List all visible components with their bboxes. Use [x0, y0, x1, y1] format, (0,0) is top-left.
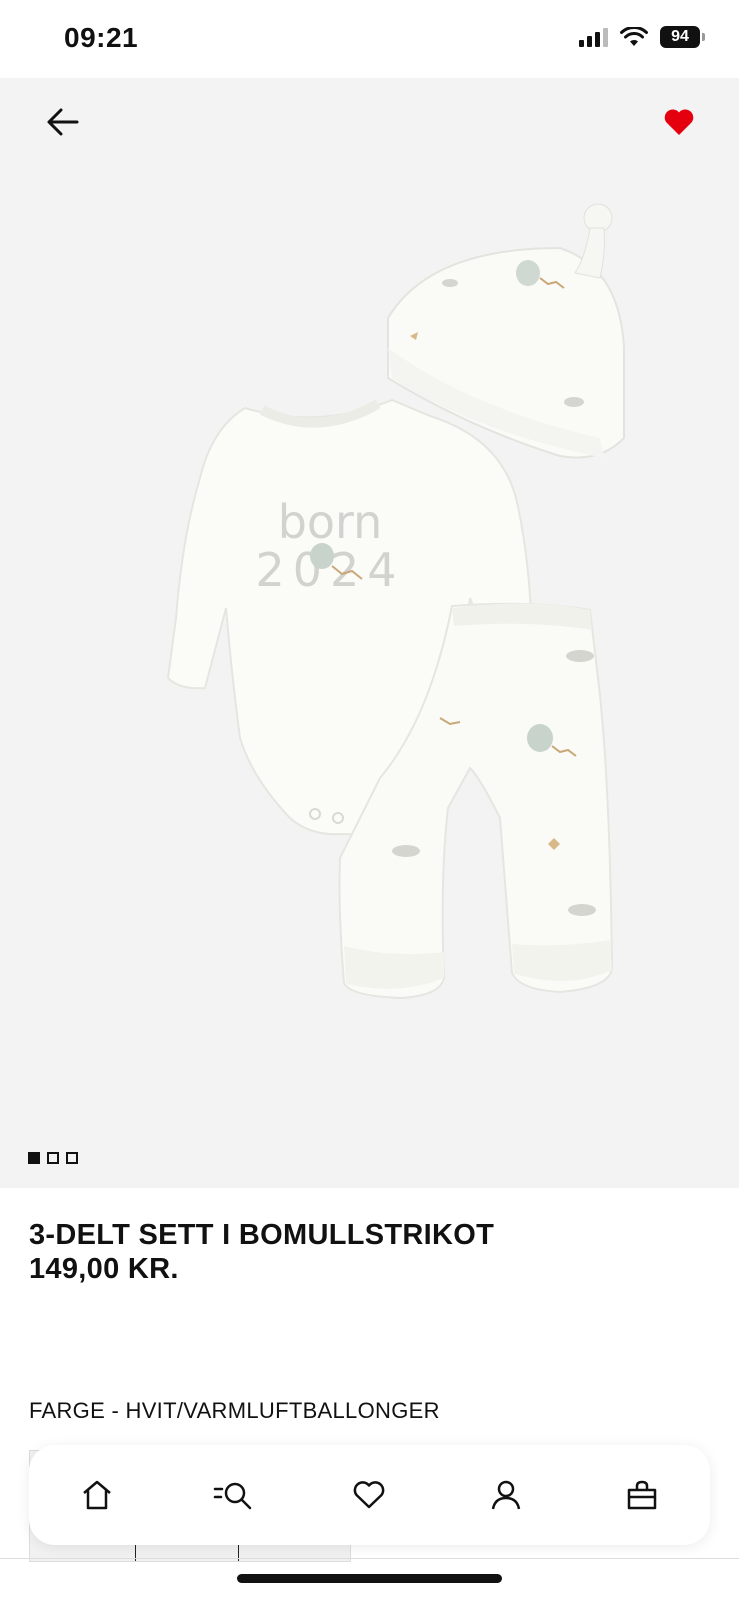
wifi-icon	[620, 27, 648, 46]
home-icon	[83, 1480, 111, 1510]
pager-dot[interactable]	[66, 1152, 78, 1164]
status-time: 09:21	[64, 22, 139, 53]
search-icon	[214, 1482, 252, 1510]
nav-home[interactable]	[67, 1465, 127, 1525]
product-price: 149,00 KR.	[29, 1253, 179, 1285]
battery-level: 94	[660, 26, 700, 48]
user-icon	[491, 1480, 520, 1510]
product-image-gallery[interactable]: born 2024	[0, 78, 739, 1188]
status-icons: 94	[579, 26, 705, 48]
pager-dot[interactable]	[47, 1152, 59, 1164]
nav-account[interactable]	[476, 1465, 536, 1525]
heart-icon	[354, 1481, 385, 1509]
svg-text:born: born	[278, 495, 383, 549]
favorite-button[interactable]	[655, 98, 703, 146]
product-title: 3-DELT SETT I BOMULLSTRIKOT	[29, 1219, 495, 1251]
heart-filled-icon	[664, 109, 694, 135]
nav-bag[interactable]	[612, 1465, 672, 1525]
bottom-navigation	[29, 1445, 710, 1545]
nav-favorites[interactable]	[339, 1465, 399, 1525]
arrow-left-icon	[47, 108, 79, 136]
image-pager	[28, 1152, 78, 1164]
cellular-signal-icon	[579, 27, 608, 47]
back-button[interactable]	[38, 98, 86, 146]
divider	[0, 1558, 739, 1559]
product-image: born 2024	[166, 203, 625, 1000]
bag-icon	[627, 1480, 657, 1510]
status-bar: 09:21 94	[0, 0, 739, 78]
pager-dot-active[interactable]	[28, 1152, 40, 1164]
battery-icon: 94	[660, 26, 705, 48]
color-label: FARGE - HVIT/VARMLUFTBALLONGER	[29, 1398, 440, 1423]
nav-search[interactable]	[203, 1465, 263, 1525]
home-indicator[interactable]	[237, 1574, 502, 1583]
